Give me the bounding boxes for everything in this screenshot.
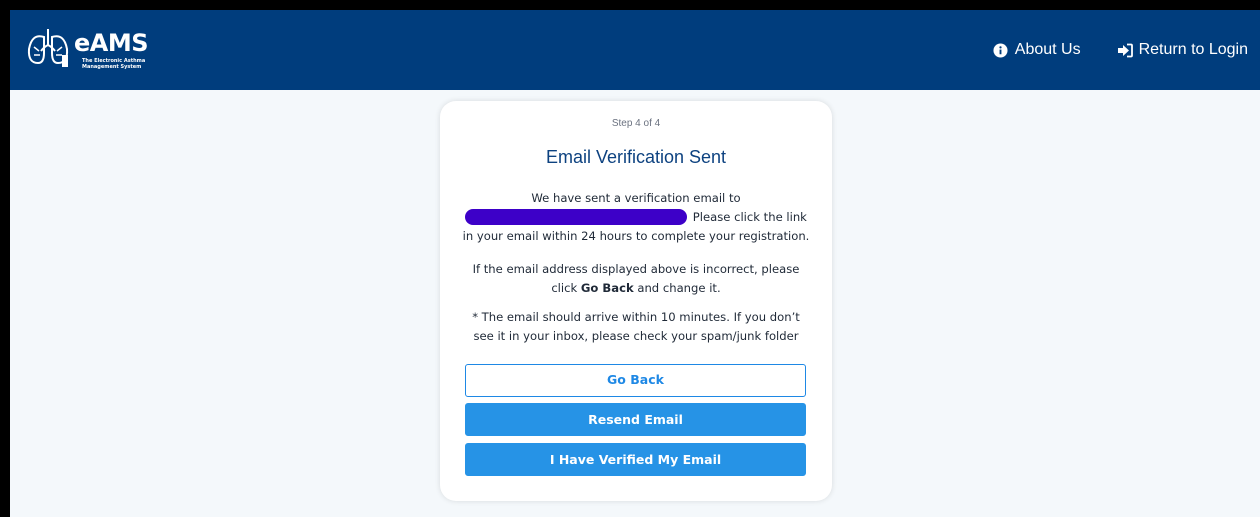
- verified-email-button[interactable]: I Have Verified My Email: [465, 443, 806, 476]
- lungs-icon: [27, 29, 69, 67]
- verification-message: We have sent a verification email to Ple…: [462, 189, 810, 246]
- verification-card: Step 4 of 4 Email Verification Sent We h…: [440, 101, 832, 501]
- note-go-back-emphasis: Go Back: [580, 281, 634, 295]
- card-title: Email Verification Sent: [545, 147, 727, 167]
- step-indicator: Step 4 of 4: [611, 118, 661, 129]
- nav-links: About Us Return to Login: [993, 10, 1260, 90]
- return-to-login-link[interactable]: Return to Login: [1117, 41, 1248, 59]
- message-intro: We have sent a verification email to: [531, 191, 741, 205]
- top-navbar: eAMS The Electronic Asthma Management Sy…: [10, 10, 1260, 90]
- window-border-top: [0, 0, 1260, 10]
- logo-title: eAMS: [74, 29, 149, 57]
- info-circle-icon: [993, 42, 1009, 58]
- incorrect-email-note: If the email address displayed above is …: [462, 260, 810, 298]
- return-to-login-label: Return to Login: [1138, 41, 1248, 58]
- about-us-label: About Us: [1014, 41, 1081, 58]
- redacted-email: [465, 209, 688, 225]
- about-us-link[interactable]: About Us: [993, 41, 1081, 59]
- note-after: and change it.: [637, 281, 721, 295]
- resend-email-button[interactable]: Resend Email: [465, 403, 806, 436]
- note-before: If the email address displayed above is …: [472, 262, 800, 295]
- logo-subtitle: The Electronic Asthma Management System: [82, 58, 146, 70]
- eams-logo[interactable]: eAMS The Electronic Asthma Management Sy…: [26, 25, 156, 75]
- arrival-note: * The email should arrive within 10 minu…: [472, 310, 800, 343]
- go-back-button[interactable]: Go Back: [465, 364, 806, 397]
- sign-in-icon: [1117, 42, 1133, 58]
- window-border-left: [0, 0, 10, 517]
